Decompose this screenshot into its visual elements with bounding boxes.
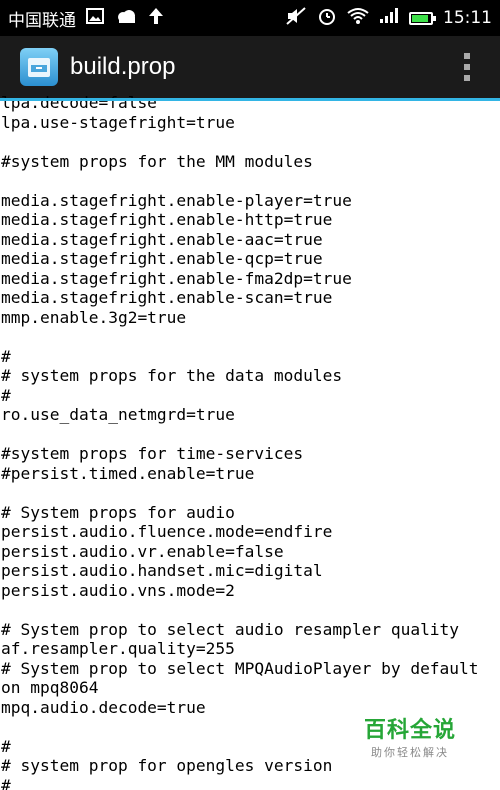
file-text-line	[0, 171, 500, 191]
file-text-line: persist.audio.vr.enable=false	[1, 541, 284, 561]
watermark-title: 百科全说	[363, 718, 456, 743]
overflow-menu-button[interactable]	[464, 53, 470, 81]
menu-dot-icon	[464, 53, 470, 59]
file-text-line: #	[1, 775, 11, 790]
file-text-line: media.stagefright.enable-player=true	[1, 190, 352, 210]
file-text-line: lpa.use-stagefright=true	[1, 112, 235, 132]
wifi-icon	[347, 7, 369, 30]
clock-time: 15:11	[443, 8, 492, 28]
menu-dot-icon	[464, 75, 470, 81]
file-text-line	[0, 600, 500, 620]
action-bar-divider	[0, 98, 500, 101]
file-text-line: on mpq8064	[1, 678, 99, 697]
carrier-label: 中国联通	[8, 10, 76, 31]
alarm-icon	[317, 7, 337, 30]
file-text-line: persist.audio.vns.mode=2	[1, 580, 235, 600]
file-text-line: media.stagefright.enable-http=true	[1, 210, 333, 229]
file-text-line: persist.audio.handset.mic=digital	[1, 561, 323, 580]
file-text-line: media.stagefright.enable-aac=true	[1, 229, 323, 249]
file-text-line	[0, 327, 500, 347]
file-text-line	[0, 425, 500, 445]
file-text-line	[0, 483, 500, 503]
file-text-line: #system props for time-services	[1, 444, 304, 463]
file-text-line: #system props for the MM modules	[1, 151, 313, 171]
status-bar: 中国联通 15:11	[0, 0, 500, 36]
upload-arrow-icon	[148, 7, 164, 30]
file-text-line: # System props for audio	[1, 502, 235, 522]
file-text-line: media.stagefright.enable-qcp=true	[1, 249, 323, 268]
file-text-line	[0, 132, 500, 152]
file-text-line: ro.use_data_netmgrd=true	[1, 405, 235, 424]
file-text-line: af.resampler.quality=255	[1, 639, 235, 658]
file-text-line: # System prop to select audio resampler …	[1, 619, 460, 639]
page-title: build.prop	[70, 53, 176, 80]
weather-cloud-icon	[114, 8, 138, 29]
file-text-line: lpa.decode=false	[1, 93, 157, 112]
image-notification-icon	[86, 7, 104, 29]
file-text-line: persist.audio.fluence.mode=endfire	[1, 522, 333, 541]
mute-icon	[285, 6, 307, 30]
file-text-line: #	[1, 346, 11, 366]
file-content[interactable]: lpa.decode=false lpa.use-stagefright=true…	[0, 93, 500, 790]
file-text-line: media.stagefright.enable-scan=true	[1, 288, 333, 307]
menu-dot-icon	[464, 64, 470, 70]
watermark-subtitle: 助你轻松解决	[370, 746, 449, 759]
file-text-line: media.stagefright.enable-fma2dp=true	[1, 268, 352, 288]
action-bar: build.prop	[0, 36, 500, 98]
signal-icon	[379, 7, 399, 29]
file-text-line: #	[1, 385, 11, 405]
file-text-line: #persist.timed.enable=true	[1, 463, 255, 483]
file-text-line: # System prop to select MPQAudioPlayer b…	[1, 658, 479, 678]
file-explorer-app-icon[interactable]	[20, 48, 58, 86]
watermark-logo: 百科全说 助你轻松解决	[364, 712, 456, 760]
file-text-line: # system props for the data modules	[1, 366, 343, 385]
file-text-line: mmp.enable.3g2=true	[1, 307, 187, 327]
battery-icon	[409, 11, 436, 25]
